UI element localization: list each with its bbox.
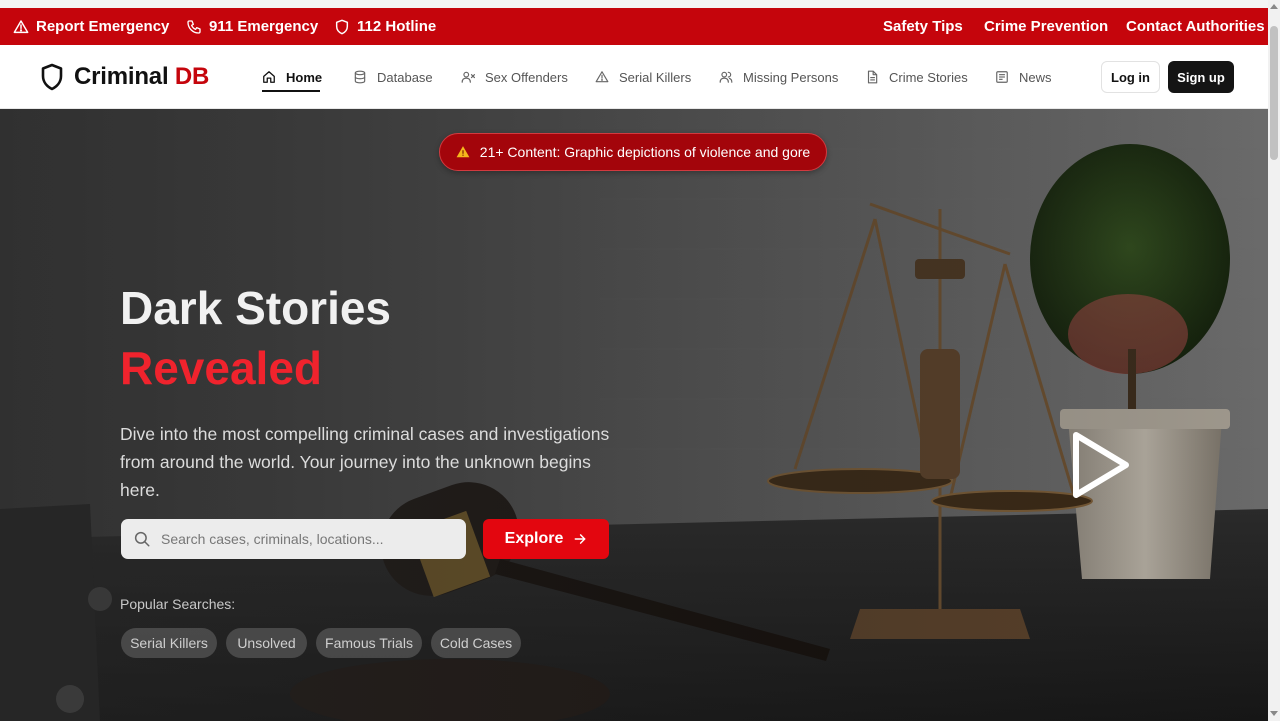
search-icon [134, 531, 150, 547]
hero-title-line2: Revealed [120, 342, 323, 394]
hotline-112-link[interactable]: 112 Hotline [334, 8, 436, 45]
user-x-icon [461, 71, 475, 83]
logo-text-accent: DB [174, 63, 210, 90]
warning-icon [456, 146, 470, 158]
phone-icon [187, 19, 201, 34]
nav-active-indicator [262, 90, 320, 92]
nav-news-label: News [1019, 69, 1052, 85]
users-icon [719, 71, 733, 83]
signup-button[interactable]: Sign up [1168, 61, 1234, 93]
nav-serial-killers-label: Serial Killers [619, 69, 692, 85]
main-navbar: Criminal DB Home Database Sex Offenders … [0, 45, 1268, 109]
contact-authorities-link[interactable]: Contact Authorities [1126, 8, 1265, 45]
database-icon [354, 70, 366, 84]
logo-text-main: Criminal [74, 63, 169, 90]
scroll-down-arrow-icon[interactable] [1270, 711, 1278, 716]
hotline-112-label: 112 Hotline [357, 18, 437, 35]
play-icon[interactable] [1070, 429, 1132, 501]
logo-text: Criminal DB [74, 63, 209, 91]
nav-missing-persons-label: Missing Persons [743, 69, 839, 85]
emergency-911-label: 911 Emergency [209, 18, 319, 35]
hero-section: 21+ Content: Graphic depictions of viole… [0, 109, 1268, 721]
newspaper-icon [996, 71, 1008, 83]
nav-home-label: Home [286, 69, 323, 85]
explore-button[interactable]: Explore [483, 519, 609, 559]
chip-serial-killers[interactable]: Serial Killers [121, 628, 217, 658]
nav-serial-killers[interactable]: Serial Killers [595, 45, 691, 109]
nav-crime-stories[interactable]: Crime Stories [865, 45, 968, 109]
safety-tips-label: Safety Tips [883, 18, 963, 35]
report-emergency-label: Report Emergency [36, 18, 170, 35]
home-icon [263, 71, 275, 83]
nav-crime-stories-label: Crime Stories [889, 69, 968, 85]
shield-icon [335, 19, 349, 34]
site-logo[interactable]: Criminal DB [40, 63, 209, 91]
shield-icon [41, 63, 63, 91]
content-warning-badge: 21+ Content: Graphic depictions of viole… [439, 133, 827, 171]
hero-description: Dive into the most compelling criminal c… [120, 424, 610, 500]
crime-prevention-link[interactable]: Crime Prevention [984, 8, 1108, 45]
chip-cold-cases[interactable]: Cold Cases [431, 628, 521, 658]
crime-prevention-label: Crime Prevention [984, 18, 1109, 35]
hero-search-box[interactable] [121, 519, 466, 559]
login-button[interactable]: Log in [1101, 61, 1160, 93]
explore-button-label: Explore [504, 530, 564, 547]
nav-database-label: Database [377, 69, 433, 85]
search-input[interactable] [161, 531, 451, 547]
scroll-up-arrow-icon[interactable] [1270, 4, 1278, 9]
report-emergency-link[interactable]: Report Emergency [13, 8, 169, 45]
contact-authorities-label: Contact Authorities [1126, 18, 1265, 35]
nav-missing-persons[interactable]: Missing Persons [719, 45, 838, 109]
nav-sex-offenders-label: Sex Offenders [485, 69, 568, 85]
alert-triangle-icon [595, 71, 609, 83]
page-scrollbar[interactable] [1268, 0, 1280, 721]
content-warning-text: 21+ Content: Graphic depictions of viole… [479, 144, 811, 160]
hero-title-line1: Dark Stories [120, 282, 392, 334]
scroll-thumb[interactable] [1270, 26, 1278, 160]
nav-home[interactable]: Home [262, 45, 322, 109]
chip-unsolved[interactable]: Unsolved [226, 628, 307, 658]
emergency-bar: Report Emergency 911 Emergency 112 Hotli… [0, 8, 1268, 45]
popular-searches-label: Popular Searches: [120, 596, 236, 612]
emergency-911-link[interactable]: 911 Emergency [186, 8, 318, 45]
browser-top-strip [0, 0, 1268, 8]
nav-news[interactable]: News [995, 45, 1052, 109]
file-text-icon [867, 70, 878, 84]
alert-triangle-icon [13, 19, 29, 33]
safety-tips-link[interactable]: Safety Tips [883, 8, 963, 45]
nav-sex-offenders[interactable]: Sex Offenders [461, 45, 568, 109]
chip-famous-trials[interactable]: Famous Trials [316, 628, 422, 658]
nav-database[interactable]: Database [353, 45, 433, 109]
arrow-right-icon [574, 534, 586, 544]
